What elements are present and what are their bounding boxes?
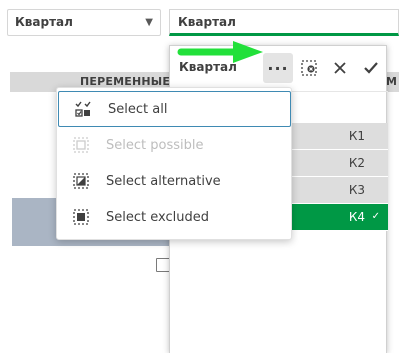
selected-check-icon: ✓ xyxy=(371,211,380,222)
list-item-label: К3 xyxy=(348,183,365,197)
menu-item-label: Select all xyxy=(108,101,168,117)
menu-item-label: Select alternative xyxy=(106,173,221,189)
list-item-label: К2 xyxy=(348,156,365,170)
menu-item-label: Select possible xyxy=(106,137,204,153)
annotation-arrow xyxy=(177,41,263,63)
caret-down-icon: ▼ xyxy=(145,17,153,28)
menu-item-select-all[interactable]: Select all xyxy=(58,91,291,127)
more-icon: ··· xyxy=(267,58,289,78)
close-icon xyxy=(334,62,346,74)
selection-menu: Select all Select possible Select altern… xyxy=(56,87,292,240)
field-dropdown-label: Квартал xyxy=(15,15,73,29)
select-alternative-icon xyxy=(73,173,89,189)
active-filter-label: Квартал xyxy=(178,15,236,29)
more-options-button[interactable]: ··· xyxy=(263,53,293,83)
menu-item-select-alternative[interactable]: Select alternative xyxy=(57,163,293,199)
clear-selections-icon xyxy=(301,60,317,76)
menu-item-select-excluded[interactable]: Select excluded xyxy=(57,199,293,235)
table-header-label-2: М xyxy=(386,75,397,88)
list-item-label: К1 xyxy=(348,129,365,143)
field-dropdown[interactable]: Квартал ▼ xyxy=(7,9,161,36)
select-all-icon xyxy=(75,101,91,117)
list-item-label: К4 xyxy=(348,210,365,224)
confirm-button[interactable] xyxy=(356,53,386,83)
cancel-button[interactable] xyxy=(325,53,355,83)
checkmark-icon xyxy=(364,62,378,74)
clear-selections-button[interactable] xyxy=(294,53,324,83)
select-excluded-icon xyxy=(73,209,89,225)
edit-icon xyxy=(156,258,170,272)
menu-item-select-possible[interactable]: Select possible xyxy=(57,127,293,163)
active-filter[interactable]: Квартал xyxy=(169,9,399,36)
select-possible-icon xyxy=(73,137,89,153)
menu-item-label: Select excluded xyxy=(106,209,209,225)
